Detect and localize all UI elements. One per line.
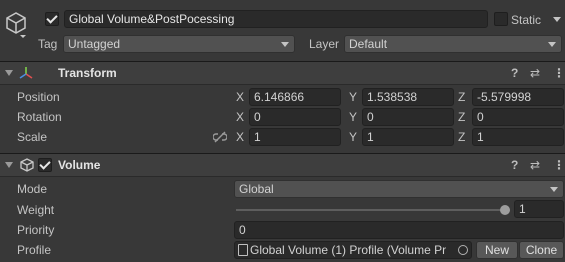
foldout-arrow-icon[interactable] [5, 70, 13, 76]
scale-x-label[interactable]: X [236, 129, 244, 145]
profile-label: Profile [17, 243, 52, 257]
layer-value: Default [349, 37, 388, 51]
scale-x-field[interactable]: 1 [249, 128, 341, 146]
chevron-down-icon [548, 42, 556, 47]
weight-slider-thumb[interactable] [500, 205, 510, 215]
scale-y-field[interactable]: 1 [362, 128, 454, 146]
foldout-arrow-icon[interactable] [5, 162, 13, 168]
volume-title: Volume [58, 158, 101, 172]
rotation-x-label[interactable]: X [236, 109, 244, 125]
weight-field[interactable]: 1 [514, 200, 564, 218]
priority-field[interactable]: 0 [234, 221, 564, 239]
transform-title: Transform [58, 66, 117, 80]
profile-value: Global Volume (1) Profile (Volume Pr [250, 243, 447, 257]
tag-dropdown[interactable]: Untagged [63, 35, 295, 53]
mode-dropdown[interactable]: Global [234, 180, 564, 198]
mode-label: Mode [17, 182, 48, 196]
position-z-label[interactable]: Z [458, 89, 465, 105]
transform-header[interactable]: Transform ? ⇄ ⋮ [0, 61, 565, 85]
tag-value: Untagged [68, 37, 121, 51]
profile-field[interactable]: Global Volume (1) Profile (Volume Pr [234, 241, 472, 259]
scale-z-label[interactable]: Z [458, 129, 465, 145]
priority-label: Priority [17, 223, 55, 237]
help-icon[interactable]: ? [511, 154, 518, 176]
rotation-z-field[interactable]: 0 [472, 108, 564, 126]
transform-icon [18, 65, 34, 81]
more-options-icon[interactable]: ⋮ [553, 154, 565, 176]
scale-y-label[interactable]: Y [349, 129, 357, 145]
constrain-proportions-icon[interactable] [212, 130, 228, 144]
rotation-y-label[interactable]: Y [349, 109, 357, 125]
help-icon[interactable]: ? [511, 62, 518, 84]
static-checkbox[interactable] [494, 12, 508, 26]
weight-label: Weight [17, 203, 55, 217]
profile-asset-icon [238, 244, 248, 256]
rotation-x-field[interactable]: 0 [249, 108, 341, 126]
position-x-label[interactable]: X [236, 89, 244, 105]
scale-z-field[interactable]: 1 [472, 128, 564, 146]
volume-header[interactable]: Volume ? ⇄ ⋮ [0, 153, 565, 177]
static-label: Static [511, 13, 542, 27]
mode-value: Global [239, 182, 274, 196]
presets-icon[interactable]: ⇄ [530, 62, 540, 84]
volume-enabled-checkbox[interactable] [38, 158, 52, 172]
gameobject-name-field[interactable]: Global Volume&PostPocessing [64, 10, 488, 28]
volume-icon [19, 157, 35, 173]
object-picker-icon[interactable] [458, 245, 468, 255]
new-profile-button[interactable]: New [476, 241, 518, 259]
scale-label: Scale [17, 130, 48, 144]
rotation-label: Rotation [17, 110, 62, 124]
chevron-down-icon [550, 187, 558, 192]
rotation-z-label[interactable]: Z [458, 109, 465, 125]
position-y-label[interactable]: Y [349, 89, 357, 105]
gameobject-active-checkbox[interactable] [45, 12, 59, 26]
weight-slider-track [236, 209, 510, 211]
clone-profile-button[interactable]: Clone [519, 241, 564, 259]
gameobject-icon[interactable] [4, 10, 30, 38]
layer-label: Layer [309, 37, 340, 51]
chevron-down-icon [281, 42, 289, 47]
position-z-field[interactable]: -5.579998 [472, 88, 564, 106]
more-options-icon[interactable]: ⋮ [553, 62, 565, 84]
weight-slider[interactable] [236, 203, 510, 217]
layer-dropdown[interactable]: Default [344, 35, 562, 53]
position-y-field[interactable]: 1.538538 [362, 88, 454, 106]
presets-icon[interactable]: ⇄ [530, 154, 540, 176]
static-dropdown-icon[interactable] [553, 17, 561, 22]
position-label: Position [17, 90, 60, 104]
position-x-field[interactable]: 6.146866 [249, 88, 341, 106]
rotation-y-field[interactable]: 0 [362, 108, 454, 126]
tag-label: Tag [38, 37, 58, 51]
